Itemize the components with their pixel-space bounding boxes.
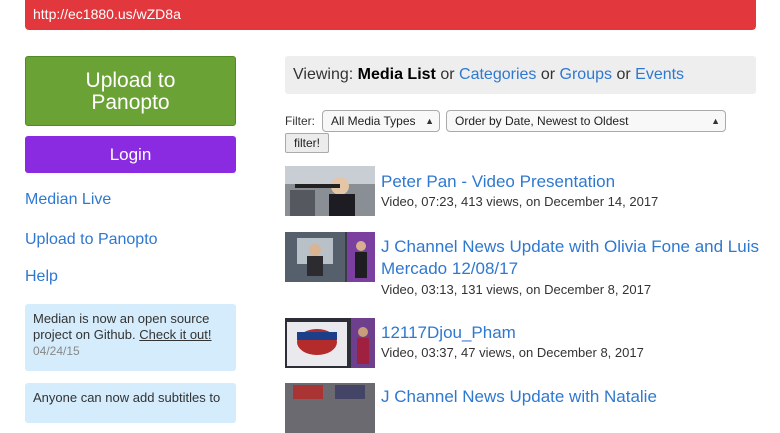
media-title-link[interactable]: 12117Djou_Pham [381, 322, 761, 344]
thumbnail-image [285, 232, 375, 282]
media-thumbnail[interactable] [285, 232, 375, 282]
sidebar-link-upload-to-panopto[interactable]: Upload to Panopto [25, 231, 158, 249]
media-thumbnail[interactable] [285, 166, 375, 216]
media-type-value: All Media Types [331, 114, 416, 128]
media-title-link[interactable]: Peter Pan - Video Presentation [381, 171, 761, 193]
groups-link[interactable]: Groups [560, 66, 612, 83]
sidebar-link-median-live[interactable]: Median Live [25, 191, 111, 209]
thumbnail-image [285, 318, 375, 368]
login-button[interactable]: Login [25, 136, 236, 173]
media-meta: Video, 03:13, 131 views, on December 8, … [381, 282, 652, 297]
media-thumbnail[interactable] [285, 318, 375, 368]
check-it-out-link[interactable]: Check it out! [139, 327, 211, 342]
media-type-select[interactable]: All Media Types ▲ [322, 110, 440, 132]
or-text: or [540, 66, 556, 83]
order-value: Order by Date, Newest to Oldest [455, 114, 629, 128]
notice-text: Anyone can now add subtitles to [33, 390, 221, 405]
notice-open-source: Median is now an open source project on … [25, 304, 236, 371]
media-thumbnail[interactable] [285, 383, 375, 433]
viewing-bar: Viewing: Media List or Categories or Gro… [285, 56, 756, 94]
media-title-link[interactable]: J Channel News Update with Olivia Fone a… [381, 236, 761, 280]
filter-button[interactable]: filter! [285, 133, 329, 153]
filter-label: Filter: [285, 114, 315, 128]
media-meta: Video, 03:37, 47 views, on December 8, 2… [381, 345, 644, 360]
or-text: or [616, 66, 631, 83]
viewing-label: Viewing: [293, 66, 354, 83]
sidebar: Upload to Panopto Login Median Live Uplo… [25, 56, 236, 423]
select-arrows-icon: ▲ [425, 116, 434, 126]
thumbnail-image [285, 383, 375, 433]
or-text: or [440, 66, 455, 83]
media-meta: Video, 07:23, 413 views, on December 14,… [381, 194, 659, 209]
events-link[interactable]: Events [635, 66, 684, 83]
notice-subtitles: Anyone can now add subtitles to [25, 383, 236, 423]
upload-to-panopto-button[interactable]: Upload to Panopto [25, 56, 236, 126]
announcement-banner: http://ec1880.us/wZD8a [25, 0, 756, 30]
current-view: Media List [357, 66, 436, 83]
select-arrows-icon: ▲ [711, 116, 720, 126]
thumbnail-image [285, 166, 375, 216]
sidebar-link-help[interactable]: Help [25, 268, 58, 286]
banner-url[interactable]: http://ec1880.us/wZD8a [33, 6, 181, 22]
order-select[interactable]: Order by Date, Newest to Oldest ▲ [446, 110, 726, 132]
notice-date: 04/24/15 [33, 344, 80, 358]
categories-link[interactable]: Categories [459, 66, 536, 83]
